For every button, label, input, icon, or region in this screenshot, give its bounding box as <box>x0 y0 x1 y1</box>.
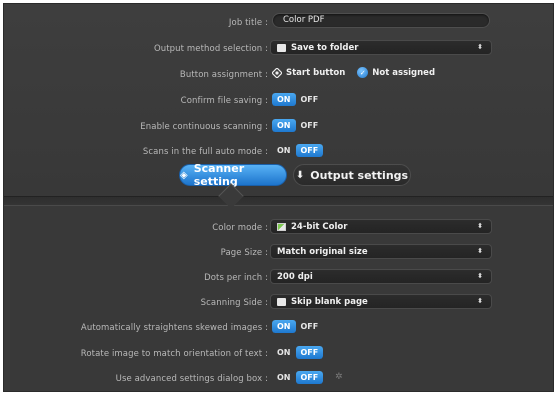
continuous-scanning-label: Enable continuous scanning : <box>140 122 268 132</box>
select-arrows-icon: ⬍ <box>477 272 483 280</box>
check-icon: ✓ <box>357 67 369 78</box>
continuous-scanning-toggle[interactable]: ON OFF <box>272 119 323 132</box>
select-arrows-icon: ⬍ <box>477 222 483 230</box>
color-mode-select[interactable]: 24-bit Color ⬍ <box>270 219 492 234</box>
select-arrows-icon: ⬍ <box>477 43 483 51</box>
scanner-settings-section: Color mode : 24-bit Color ⬍ Page Size : … <box>4 206 553 391</box>
page-size-select[interactable]: Match original size ⬍ <box>270 244 492 259</box>
page-size-value: Match original size <box>277 246 368 257</box>
confirm-saving-toggle[interactable]: ON OFF <box>272 93 323 106</box>
download-arrow-icon: ⬇ <box>295 169 305 181</box>
scanner-icon: ◈ <box>180 169 188 181</box>
full-auto-label: Scans in the full auto mode : <box>142 147 268 157</box>
color-icon <box>277 222 286 231</box>
job-title-label: Job title : <box>228 18 268 28</box>
scanning-side-value: Skip blank page <box>291 296 368 307</box>
job-settings-section: Job title : Color PDF Output method sele… <box>4 4 553 196</box>
job-title-field[interactable]: Color PDF <box>272 13 490 28</box>
off-option[interactable]: OFF <box>296 320 324 333</box>
off-option[interactable]: OFF <box>295 346 324 359</box>
output-method-value: Save to folder <box>291 42 359 53</box>
page-size-label: Page Size : <box>220 248 268 258</box>
output-method-label: Output method selection : <box>153 44 268 54</box>
settings-panel: Job title : Color PDF Output method sele… <box>3 3 554 392</box>
scanning-side-label: Scanning Side : <box>200 298 268 308</box>
tab-scanner-setting-label: Scanner setting <box>193 162 245 188</box>
not-assigned-option[interactable]: ✓ Not assigned <box>357 67 435 78</box>
section-divider <box>4 196 553 206</box>
on-option[interactable]: ON <box>272 144 296 157</box>
straighten-label: Automatically straightens skewed images … <box>80 323 268 333</box>
scanning-side-select[interactable]: Skip blank page ⬍ <box>270 294 492 309</box>
on-option[interactable]: ON <box>272 346 296 359</box>
off-option[interactable]: OFF <box>296 93 324 106</box>
tab-scanner-setting[interactable]: ◈ Scanner setting <box>179 162 287 188</box>
full-auto-toggle[interactable]: ON OFF <box>272 144 324 157</box>
button-assignment-label: Button assignment : <box>179 70 268 80</box>
tab-output-settings-label: Output settings <box>310 168 409 182</box>
advanced-toggle[interactable]: ON OFF <box>272 371 324 384</box>
color-mode-value: 24-bit Color <box>291 221 348 232</box>
advanced-label: Use advanced settings dialog box : <box>115 374 268 384</box>
off-option[interactable]: OFF <box>295 144 324 157</box>
dpi-select[interactable]: 200 dpi ⬍ <box>270 269 492 284</box>
rotate-toggle[interactable]: ON OFF <box>272 346 324 359</box>
on-option[interactable]: ON <box>272 93 296 106</box>
not-assigned-label: Not assigned <box>372 67 436 78</box>
color-mode-label: Color mode : <box>212 223 268 233</box>
folder-icon <box>277 43 286 52</box>
button-assignment-group: Start button ✓ Not assigned <box>272 67 447 78</box>
tab-output-settings[interactable]: ⬇ Output settings <box>293 164 411 186</box>
rotate-label: Rotate image to match orientation of tex… <box>80 349 268 359</box>
on-option[interactable]: ON <box>272 371 296 384</box>
off-option[interactable]: OFF <box>296 119 324 132</box>
page-icon <box>277 297 286 306</box>
output-method-select[interactable]: Save to folder ⬍ <box>270 40 492 55</box>
dpi-label: Dots per inch : <box>204 273 268 283</box>
dpi-value: 200 dpi <box>277 271 313 282</box>
select-arrows-icon: ⬍ <box>477 297 483 305</box>
straighten-toggle[interactable]: ON OFF <box>272 320 323 333</box>
off-option[interactable]: OFF <box>295 371 324 384</box>
gear-icon[interactable]: ✲ <box>335 372 343 382</box>
on-option[interactable]: ON <box>272 320 296 333</box>
on-option[interactable]: ON <box>272 119 296 132</box>
select-arrows-icon: ⬍ <box>477 247 483 255</box>
start-button-option[interactable]: Start button <box>272 67 346 78</box>
confirm-saving-label: Confirm file saving : <box>180 96 268 106</box>
target-icon <box>272 67 282 78</box>
start-button-label: Start button <box>286 67 346 78</box>
